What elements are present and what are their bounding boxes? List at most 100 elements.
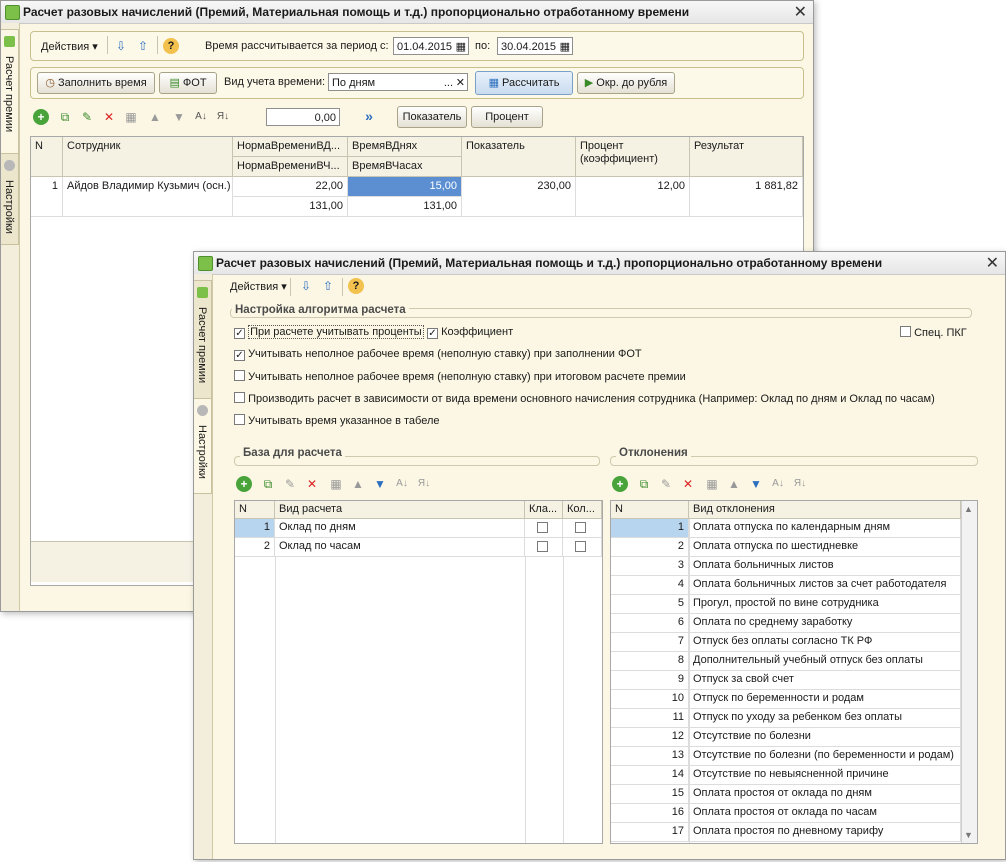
- checkbox[interactable]: [900, 326, 911, 337]
- cell-time-days[interactable]: 15,00: [348, 177, 462, 197]
- apply-icon[interactable]: »: [361, 108, 377, 124]
- cell-kind[interactable]: Оплата отпуска по календарным дням: [689, 519, 961, 538]
- cell-kind[interactable]: Отпуск без оплаты согласно ТК РФ: [689, 633, 961, 652]
- scroll-down-icon[interactable]: ▼: [964, 830, 973, 840]
- cell-kind[interactable]: Оплата отпуска по шестидневке: [689, 538, 961, 557]
- cell-kind[interactable]: Оплата больничных листов за счет работод…: [689, 576, 961, 595]
- checkbox[interactable]: [575, 522, 586, 533]
- cell-kind[interactable]: Оплата больничных листов: [689, 557, 961, 576]
- cell-n[interactable]: 4: [611, 576, 689, 595]
- sort-desc-icon[interactable]: Я↓: [792, 476, 808, 492]
- percent-button[interactable]: Процент: [471, 106, 543, 128]
- col-header-employee[interactable]: Сотрудник: [63, 137, 233, 177]
- date-to-field[interactable]: 30.04.2015 ▦: [497, 37, 573, 55]
- checkbox[interactable]: [234, 392, 245, 403]
- checkbox-checked[interactable]: ✓: [427, 328, 438, 339]
- cell-norm-hours[interactable]: 131,00: [233, 197, 348, 217]
- sort-asc-icon[interactable]: A↓: [770, 476, 786, 492]
- cell-n[interactable]: 10: [611, 690, 689, 709]
- option-timesheet[interactable]: Учитывать время указанное в табеле: [234, 414, 440, 427]
- option-partial-final[interactable]: Учитывать неполное рабочее время (неполн…: [234, 370, 686, 383]
- cell-kind[interactable]: Оплата простоя по дневному тарифу: [689, 823, 961, 842]
- round-button[interactable]: ▶ Окр. до рубля: [577, 72, 675, 94]
- cell-kol[interactable]: [563, 519, 602, 538]
- tab-bonus-calc[interactable]: Расчет премии: [1, 29, 19, 163]
- copy-icon[interactable]: ⧉: [57, 109, 73, 125]
- grid-icon[interactable]: ▦: [328, 476, 344, 492]
- cell-employee[interactable]: Айдов Владимир Кузьмич (осн.): [63, 177, 233, 217]
- cell-kind[interactable]: Оплата простоя от оклада по дням: [689, 785, 961, 804]
- fot-button[interactable]: ▤ ФОТ: [159, 72, 217, 94]
- fill-time-button[interactable]: ◷ Заполнить время: [37, 72, 155, 94]
- actions-menu[interactable]: Действия ▾: [41, 40, 98, 53]
- save-icon[interactable]: ⇧: [320, 278, 336, 294]
- col-header-n[interactable]: N: [611, 501, 689, 519]
- checkbox[interactable]: [234, 370, 245, 381]
- cell-kind[interactable]: Оплата по среднему заработку: [689, 614, 961, 633]
- select-button[interactable]: ...: [444, 74, 453, 90]
- option-time-kind[interactable]: Производить расчет в зависимости от вида…: [234, 392, 935, 405]
- cell-n[interactable]: 11: [611, 709, 689, 728]
- cell-percent[interactable]: 12,00: [576, 177, 690, 217]
- move-down-icon[interactable]: ▼: [372, 476, 388, 492]
- time-mode-select[interactable]: По дням ... ✕: [328, 73, 468, 91]
- delete-icon[interactable]: ✕: [304, 476, 320, 492]
- option-partial-fot[interactable]: ✓ Учитывать неполное рабочее время (непо…: [234, 348, 642, 361]
- cell-kind[interactable]: Отсутствие по болезни (по беременности и…: [689, 747, 961, 766]
- cell-kind[interactable]: Оклад по часам: [275, 538, 525, 557]
- cell-time-hours[interactable]: 131,00: [348, 197, 462, 217]
- load-icon[interactable]: ⇩: [113, 38, 129, 54]
- col-header-kol[interactable]: Кол...: [563, 501, 602, 519]
- cell-kind[interactable]: Прогул, простой по вине сотрудника: [689, 595, 961, 614]
- cell-n[interactable]: 1: [31, 177, 63, 217]
- close-icon[interactable]: ✕: [794, 2, 807, 22]
- date-from-field[interactable]: 01.04.2015 ▦: [393, 37, 469, 55]
- cell-n[interactable]: 2: [235, 538, 275, 557]
- scrollbar[interactable]: ▲ ▼: [961, 501, 977, 843]
- cell-n[interactable]: 14: [611, 766, 689, 785]
- scroll-up-icon[interactable]: ▲: [964, 504, 973, 514]
- option-percents[interactable]: ✓ При расчете учитывать проценты: [234, 325, 424, 339]
- cell-norm-days[interactable]: 22,00: [233, 177, 348, 197]
- cell-kind[interactable]: Отсутствие по невыясненной причине: [689, 766, 961, 785]
- move-down-icon[interactable]: ▼: [748, 476, 764, 492]
- cell-n[interactable]: 6: [611, 614, 689, 633]
- grid-icon[interactable]: ▦: [123, 109, 139, 125]
- move-up-icon[interactable]: ▲: [147, 109, 163, 125]
- tab-bonus-calc[interactable]: Расчет премии: [194, 280, 212, 402]
- cell-n[interactable]: 9: [611, 671, 689, 690]
- tab-settings[interactable]: Настройки: [194, 398, 212, 494]
- cell-n[interactable]: 17: [611, 823, 689, 842]
- checkbox-checked[interactable]: ✓: [234, 350, 245, 361]
- cell-kind[interactable]: Дополнительный учебный отпуск без оплаты: [689, 652, 961, 671]
- indicator-button[interactable]: Показатель: [397, 106, 467, 128]
- cell-kind[interactable]: Оплата простоя от оклада по часам: [689, 804, 961, 823]
- cell-n[interactable]: 13: [611, 747, 689, 766]
- cell-kind[interactable]: Отпуск по уходу за ребенком без оплаты: [689, 709, 961, 728]
- sort-asc-icon[interactable]: A↓: [193, 109, 209, 125]
- col-header-kla[interactable]: Кла...: [525, 501, 563, 519]
- cell-n[interactable]: 1: [611, 519, 689, 538]
- cell-n[interactable]: 2: [611, 538, 689, 557]
- move-down-icon[interactable]: ▼: [171, 109, 187, 125]
- move-up-icon[interactable]: ▲: [350, 476, 366, 492]
- cell-kind[interactable]: Отпуск за свой счет: [689, 671, 961, 690]
- cell-n[interactable]: 7: [611, 633, 689, 652]
- col-header-n[interactable]: N: [31, 137, 63, 177]
- edit-icon[interactable]: ✎: [79, 109, 95, 125]
- checkbox[interactable]: [234, 414, 245, 425]
- cell-n[interactable]: 12: [611, 728, 689, 747]
- cell-kind[interactable]: Отпуск по беременности и родам: [689, 690, 961, 709]
- col-header-time-hours[interactable]: ВремяВЧасах: [348, 157, 462, 177]
- calendar-icon[interactable]: ▦: [560, 38, 570, 54]
- cell-n[interactable]: 3: [611, 557, 689, 576]
- sort-desc-icon[interactable]: Я↓: [215, 109, 231, 125]
- copy-icon[interactable]: ⧉: [636, 476, 652, 492]
- checkbox[interactable]: [537, 522, 548, 533]
- add-icon[interactable]: +: [612, 476, 628, 492]
- tab-settings[interactable]: Настройки: [1, 153, 19, 245]
- help-icon[interactable]: ?: [348, 278, 364, 294]
- help-icon[interactable]: ?: [163, 38, 179, 54]
- load-icon[interactable]: ⇩: [298, 278, 314, 294]
- cell-kla[interactable]: [525, 538, 563, 557]
